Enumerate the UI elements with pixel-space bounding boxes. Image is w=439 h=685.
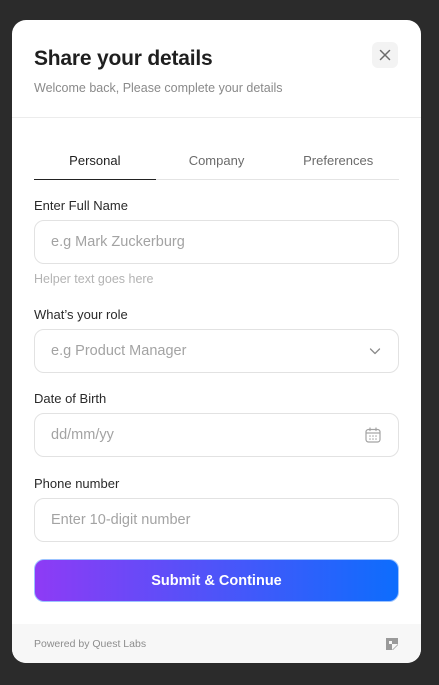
quest-logo-icon	[386, 637, 398, 650]
tab-company[interactable]: Company	[156, 144, 278, 179]
chevron-down-icon	[369, 348, 381, 355]
role-select[interactable]: e.g Product Manager	[34, 329, 399, 373]
submit-button[interactable]: Submit & Continue	[34, 559, 399, 602]
phone-field-wrapper	[34, 498, 399, 542]
powered-by-text: Powered by Quest Labs	[34, 637, 147, 650]
full-name-field-wrapper	[34, 220, 399, 264]
dob-label: Date of Birth	[34, 391, 107, 406]
tab-personal[interactable]: Personal	[34, 144, 156, 180]
phone-label: Phone number	[34, 476, 120, 491]
modal-subtitle: Welcome back, Please complete your detai…	[34, 81, 283, 95]
tab-preferences[interactable]: Preferences	[277, 144, 399, 179]
calendar-icon[interactable]	[364, 426, 382, 444]
role-label: What’s your role	[34, 307, 128, 322]
full-name-helper-text: Helper text goes here	[34, 272, 154, 286]
tab-bar: Personal Company Preferences	[34, 144, 399, 180]
modal-title: Share your details	[34, 47, 213, 70]
close-icon	[379, 49, 391, 61]
modal-footer: Powered by Quest Labs	[12, 624, 421, 663]
close-button[interactable]	[372, 42, 398, 68]
share-details-modal: Share your details Welcome back, Please …	[12, 20, 421, 663]
modal-header: Share your details Welcome back, Please …	[12, 20, 421, 118]
phone-input[interactable]	[51, 512, 382, 528]
dob-field-wrapper	[34, 413, 399, 457]
role-select-placeholder: e.g Product Manager	[51, 343, 187, 359]
full-name-label: Enter Full Name	[34, 198, 128, 213]
dob-input[interactable]	[51, 427, 364, 443]
full-name-input[interactable]	[51, 234, 382, 250]
